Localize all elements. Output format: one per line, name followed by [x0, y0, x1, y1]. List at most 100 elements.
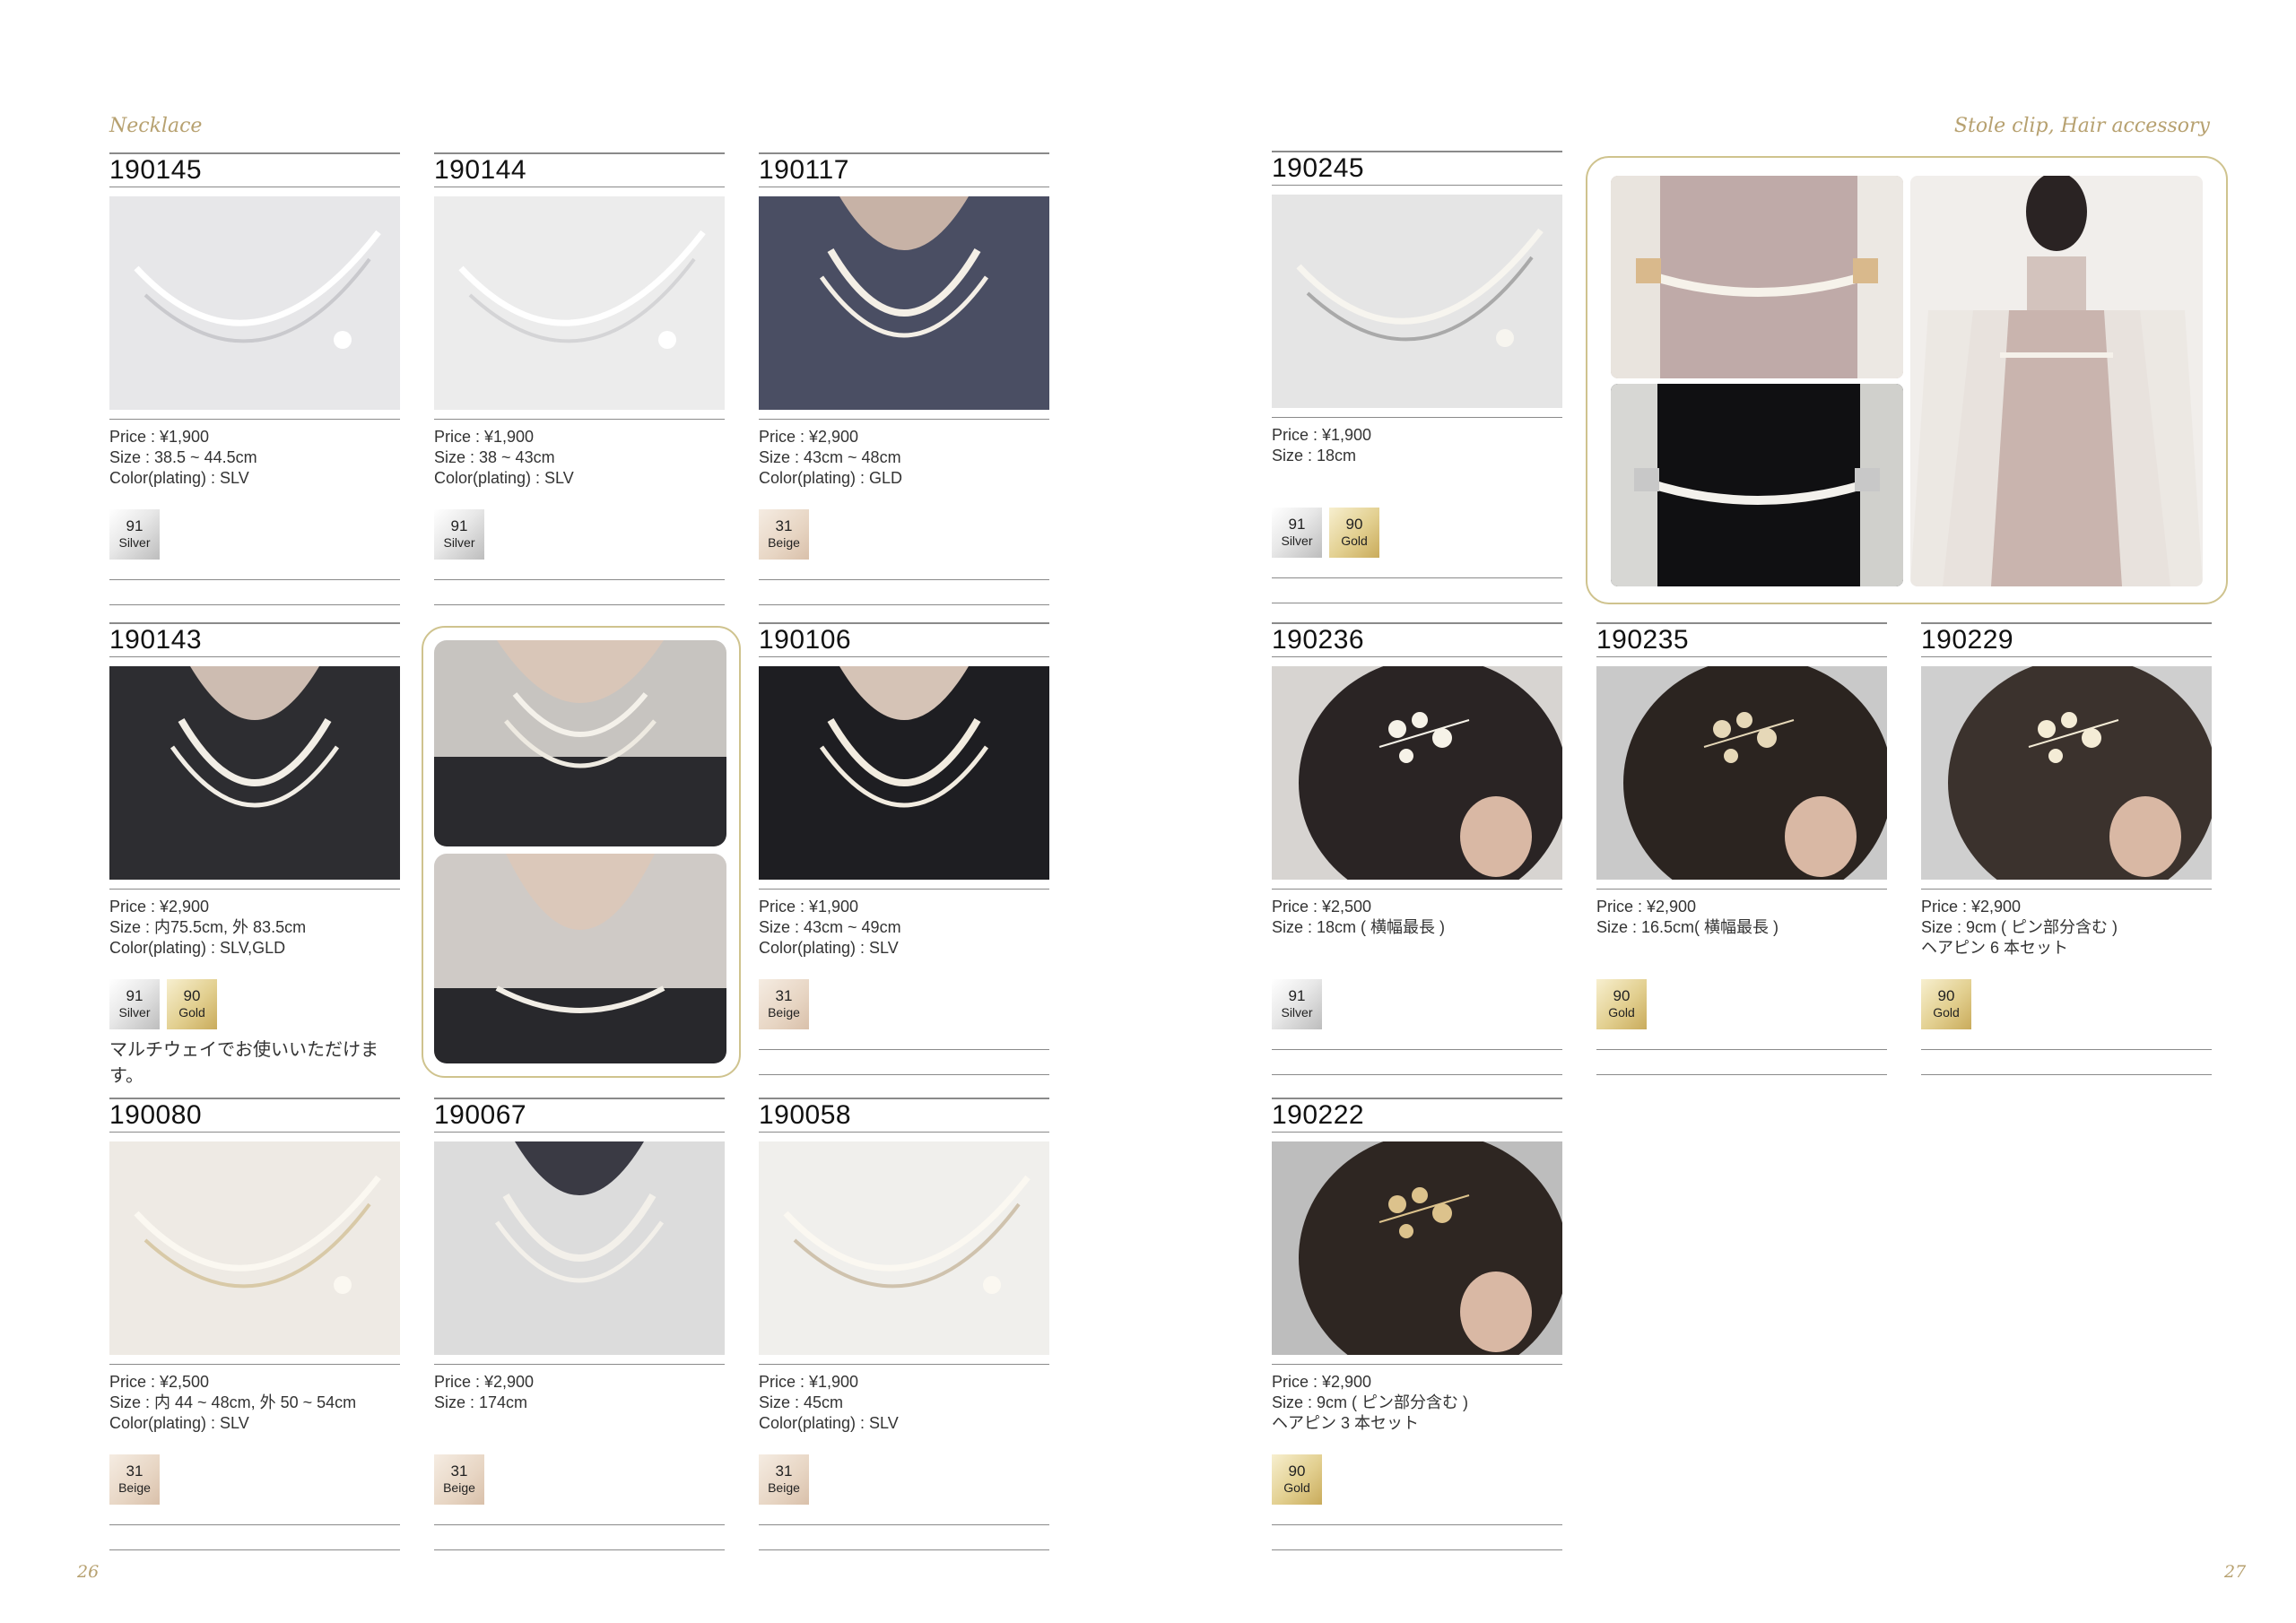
divider: [1921, 1049, 2212, 1050]
divider: [759, 1074, 1049, 1075]
swatch-name: Beige: [443, 1480, 475, 1495]
product-photo: [109, 666, 400, 880]
swatch-name: Beige: [768, 1480, 800, 1495]
color-swatches: 31 Beige: [759, 509, 1049, 561]
color-swatches: 31 Beige: [759, 979, 1049, 1031]
divider: [759, 419, 1049, 420]
color-swatches: 31 Beige: [759, 1454, 1049, 1506]
product-info-line: Price : ¥2,900: [109, 898, 210, 916]
divider: [109, 152, 400, 154]
color-swatches: 90 Gold: [1272, 1454, 1562, 1506]
divider: [759, 1549, 1049, 1550]
divider: [1921, 1074, 2212, 1075]
product-photo: [1272, 666, 1562, 880]
color-swatch-beige: 31 Beige: [434, 1454, 484, 1505]
product-photo-stole-clip-silver: [1611, 384, 1903, 586]
swatch-name: Beige: [768, 535, 800, 550]
swatch-number: 91: [126, 987, 144, 1004]
divider: [1272, 1524, 1562, 1525]
color-swatch-gold: 90 Gold: [1596, 979, 1647, 1029]
swatch-name: Silver: [443, 535, 475, 550]
product-info-line: Price : ¥1,900: [109, 428, 210, 446]
product-card: 190222 Price : ¥2,900 Size : 9cm ( ピン部分含む…: [1272, 1098, 1562, 1575]
divider: [759, 152, 1049, 154]
divider: [759, 1098, 1049, 1099]
swatch-number: 91: [1288, 516, 1306, 533]
stole-clip-photo-panel: [1586, 156, 2228, 604]
color-swatches: 90 Gold: [1921, 979, 2212, 1031]
swatch-name: Gold: [1283, 1480, 1310, 1495]
product-info-line: Size : 38 ~ 43cm: [434, 448, 555, 466]
product-info-line: ヘアピン 6 本セット: [1921, 939, 2069, 957]
swatch-number: 91: [1288, 987, 1306, 1004]
product-info-line: Color(plating) : SLV: [109, 469, 249, 487]
product-info-line: Color(plating) : SLV: [759, 1414, 899, 1432]
swatch-number: 31: [126, 1462, 144, 1480]
product-photo: [759, 1141, 1049, 1355]
divider: [1272, 1364, 1562, 1365]
divider: [109, 419, 400, 420]
product-card: 190058 Price : ¥1,900 Size : 45cm Color(pl…: [759, 1098, 1049, 1575]
product-code: 190058: [759, 1100, 852, 1130]
divider: [1272, 185, 1562, 186]
swatch-number: 31: [775, 987, 793, 1004]
bottom-rules: [1272, 1524, 1562, 1550]
color-swatch-gold: 90 Gold: [1272, 1454, 1322, 1505]
swatch-number: 31: [775, 517, 793, 534]
product-info-line: Size : 45cm: [759, 1393, 844, 1411]
color-swatch-gold: 90 Gold: [1921, 979, 1971, 1029]
color-swatch-beige: 31 Beige: [759, 1454, 809, 1505]
divider: [1921, 656, 2212, 657]
divider: [1921, 622, 2212, 624]
product-info-line: Price : ¥1,900: [759, 898, 859, 916]
divider: [109, 604, 400, 605]
product-card: 190106 Price : ¥1,900 Size : 43cm ~ 49cm C…: [759, 622, 1049, 1099]
product-code: 190245: [1272, 153, 1365, 183]
product-info-line: Size : 38.5 ~ 44.5cm: [109, 448, 257, 466]
divider: [434, 1524, 725, 1525]
divider: [434, 419, 725, 420]
product-photo: [434, 196, 725, 410]
product-code: 190222: [1272, 1100, 1365, 1130]
divider: [759, 656, 1049, 657]
divider: [109, 1524, 400, 1525]
product-info-line: Size : 内75.5cm, 外 83.5cm: [109, 918, 307, 936]
product-info-line: ヘアピン 3 本セット: [1272, 1414, 1420, 1432]
color-swatch-silver: 91 Silver: [109, 509, 160, 560]
product-photo: [1272, 1141, 1562, 1355]
divider: [434, 152, 725, 154]
swatch-name: Silver: [1281, 534, 1313, 548]
product-card: 190229 Price : ¥2,900 Size : 9cm ( ピン部分含む…: [1921, 622, 2212, 1099]
product-info-line: Size : 9cm ( ピン部分含む ): [1921, 918, 2118, 936]
color-swatches: 31 Beige: [109, 1454, 400, 1506]
product-info-line: Color(plating) : SLV: [434, 469, 574, 487]
product-photo: [109, 196, 400, 410]
product-info-line: Price : ¥2,900: [759, 428, 859, 446]
product-info: Price : ¥2,500 Size : 内 44 ~ 48cm, 外 50 ~…: [109, 1372, 400, 1436]
divider: [1596, 1049, 1887, 1050]
product-code: 190143: [109, 625, 203, 655]
swatch-name: Gold: [178, 1005, 205, 1020]
product-photo: [759, 666, 1049, 880]
bottom-rules: [759, 1524, 1049, 1550]
section-label-necklace: Necklace: [109, 115, 203, 137]
product-photo: [1921, 666, 2212, 880]
divider: [1272, 1549, 1562, 1550]
bottom-rules: [434, 579, 725, 605]
divider: [434, 1098, 725, 1099]
swatch-number: 90: [183, 987, 201, 1004]
product-card: 190145 Price : ¥1,900 Size : 38.5 ~ 44.5c…: [109, 152, 400, 629]
product-card: 190143 Price : ¥2,900 Size : 内75.5cm, 外 8…: [109, 622, 400, 1087]
product-photo-multiway-1: [434, 640, 726, 846]
color-swatch-beige: 31 Beige: [759, 509, 809, 560]
swatch-number: 91: [450, 517, 468, 534]
divider: [759, 1524, 1049, 1525]
swatch-number: 90: [1288, 1462, 1306, 1480]
product-info: Price : ¥2,900 Size : 内75.5cm, 外 83.5cm Co…: [109, 897, 400, 961]
divider: [1272, 1049, 1562, 1050]
product-info-line: Size : 174cm: [434, 1393, 528, 1411]
color-swatches: 90 Gold: [1596, 979, 1887, 1031]
product-photo: [109, 1141, 400, 1355]
product-info-line: Color(plating) : SLV: [759, 939, 899, 957]
product-photo: [434, 1141, 725, 1355]
